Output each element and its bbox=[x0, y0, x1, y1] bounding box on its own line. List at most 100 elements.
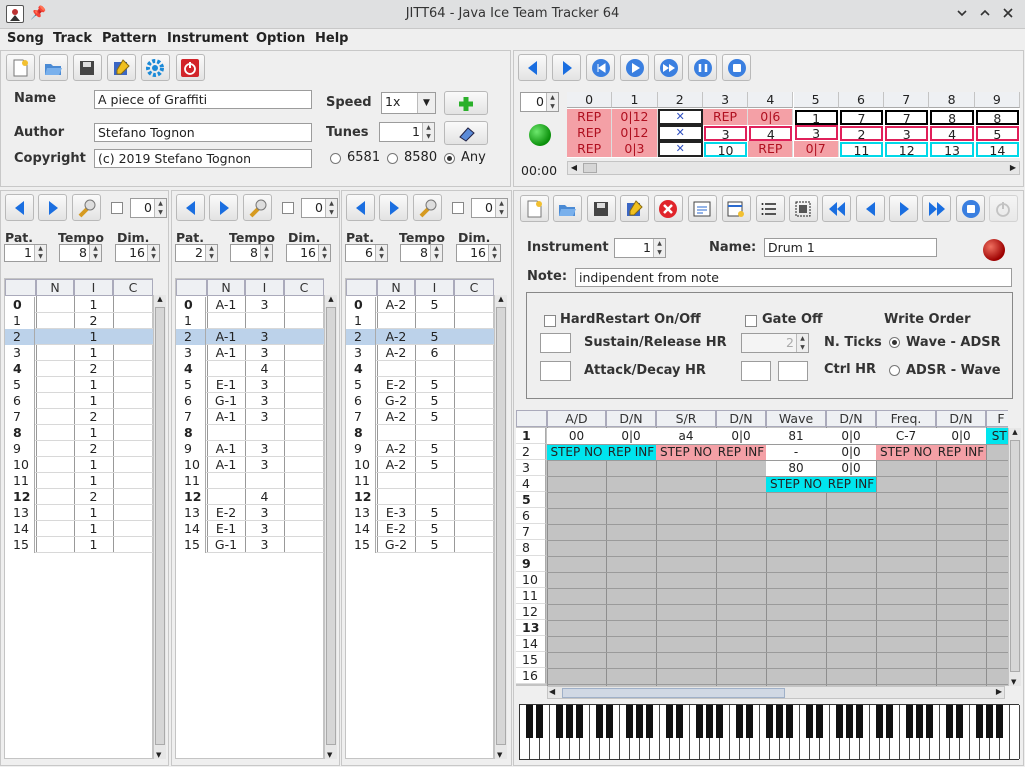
order-cell[interactable]: 12 bbox=[885, 142, 929, 158]
scroll-up-icon[interactable]: ▲ bbox=[325, 295, 337, 303]
piano-keyboard[interactable] bbox=[519, 704, 1020, 760]
command-cell[interactable] bbox=[454, 297, 494, 313]
edit-tune-button[interactable] bbox=[444, 121, 488, 145]
instrument-cell[interactable]: 3 bbox=[245, 537, 284, 553]
instrument-table-cell[interactable]: REP INF bbox=[826, 476, 876, 492]
instrument-table-cell[interactable]: 0|0 bbox=[936, 428, 986, 444]
order-cell[interactable]: 0|12 bbox=[612, 125, 658, 141]
next-pattern-button[interactable] bbox=[379, 194, 408, 221]
instrument-table-cell[interactable]: REP INF bbox=[716, 444, 766, 460]
note-cell[interactable]: E-2 bbox=[377, 377, 415, 393]
note-cell[interactable] bbox=[36, 489, 74, 505]
command-cell[interactable] bbox=[284, 329, 324, 345]
muted-track-icon[interactable]: ✕ bbox=[657, 109, 703, 125]
instrument-table-cell[interactable] bbox=[547, 476, 606, 492]
spinner-arrows-icon[interactable]: ▲ ▼ bbox=[488, 245, 500, 261]
note-cell[interactable]: G-2 bbox=[377, 393, 415, 409]
note-cell[interactable] bbox=[36, 441, 74, 457]
instrument-cell[interactable]: 1 bbox=[74, 297, 113, 313]
piano-black-key[interactable] bbox=[736, 705, 744, 738]
note-cell[interactable]: A-2 bbox=[377, 329, 415, 345]
note-cell[interactable] bbox=[377, 425, 415, 441]
instrument-cell[interactable]: 5 bbox=[415, 329, 454, 345]
sustain-release-field[interactable] bbox=[540, 333, 571, 353]
instrument-table-cell[interactable]: 0|0 bbox=[826, 460, 876, 476]
instrument-table-cell[interactable]: REP INF bbox=[936, 444, 986, 460]
piano-black-key[interactable] bbox=[746, 705, 754, 738]
command-cell[interactable] bbox=[284, 457, 324, 473]
instrument-cell[interactable]: 3 bbox=[245, 377, 284, 393]
note-cell[interactable] bbox=[207, 361, 245, 377]
ctrl-hr-field-2[interactable] bbox=[778, 361, 808, 381]
piano-black-key[interactable] bbox=[946, 705, 954, 738]
menu-option[interactable]: Option bbox=[256, 31, 305, 46]
close-button[interactable] bbox=[1001, 6, 1015, 20]
instrument-table-cell[interactable]: 00 bbox=[547, 428, 606, 444]
scroll-right-icon[interactable]: ▶ bbox=[996, 687, 1002, 696]
instrument-cell[interactable]: 2 bbox=[74, 361, 113, 377]
next-pattern-button[interactable] bbox=[38, 194, 67, 221]
note-cell[interactable] bbox=[207, 425, 245, 441]
table-row[interactable]: 13 E-3 5 bbox=[346, 505, 494, 521]
table-row[interactable]: 0 A-1 3 bbox=[176, 297, 324, 313]
order-cell[interactable]: 3 bbox=[794, 125, 838, 141]
piano-black-key[interactable] bbox=[856, 705, 864, 738]
tunes-spinner[interactable]: 1 ▲ ▼ bbox=[379, 122, 435, 142]
piano-black-key[interactable] bbox=[566, 705, 574, 738]
table-row[interactable]: 11 bbox=[346, 473, 494, 489]
instrument-cell[interactable]: 5 bbox=[415, 377, 454, 393]
prev-pattern-button[interactable] bbox=[346, 194, 375, 221]
piano-black-key[interactable] bbox=[956, 705, 964, 738]
command-cell[interactable] bbox=[454, 537, 494, 553]
instrument-cell[interactable] bbox=[415, 473, 454, 489]
table-row[interactable]: 81 bbox=[5, 425, 153, 441]
open-instrument-button[interactable] bbox=[553, 195, 582, 222]
piano-black-key[interactable] bbox=[786, 705, 794, 738]
table-row[interactable]: 01 bbox=[5, 297, 153, 313]
note-cell[interactable] bbox=[36, 297, 74, 313]
save-instrument-as-button[interactable] bbox=[620, 195, 649, 222]
gate-off-checkbox[interactable] bbox=[745, 315, 757, 327]
instrument-cell[interactable]: 3 bbox=[245, 441, 284, 457]
command-cell[interactable] bbox=[454, 345, 494, 361]
tempo-spinner[interactable]: 8 ▲ ▼ bbox=[400, 244, 443, 262]
instrument-cell[interactable]: 4 bbox=[245, 489, 284, 505]
table-row[interactable]: 13 1 bbox=[5, 505, 153, 521]
order-cell[interactable]: REP bbox=[567, 141, 613, 157]
instrument-cell[interactable]: 5 bbox=[415, 537, 454, 553]
table-row[interactable]: 5 E-2 5 bbox=[346, 377, 494, 393]
spinner-arrows-icon[interactable]: ▲ ▼ bbox=[147, 245, 159, 261]
piano-white-key[interactable] bbox=[1010, 705, 1020, 759]
scroll-down-icon[interactable]: ▼ bbox=[497, 751, 502, 759]
order-cell[interactable]: 10 bbox=[703, 142, 748, 158]
delete-instrument-button[interactable] bbox=[654, 195, 683, 222]
instrument-cell[interactable]: 3 bbox=[245, 521, 284, 537]
instrument-cell[interactable] bbox=[415, 489, 454, 505]
note-cell[interactable]: A-2 bbox=[377, 409, 415, 425]
note-cell[interactable] bbox=[207, 489, 245, 505]
piano-black-key[interactable] bbox=[526, 705, 534, 738]
table-row[interactable]: 5 E-1 3 bbox=[176, 377, 324, 393]
instrument-table-cell[interactable]: 80 bbox=[766, 460, 826, 476]
note-cell[interactable]: E-1 bbox=[207, 521, 245, 537]
fast-forward-button[interactable] bbox=[654, 54, 683, 81]
instrument-table-cell[interactable]: STEP NO bbox=[876, 444, 936, 460]
instrument-table-cell[interactable]: a4 bbox=[656, 428, 716, 444]
piano-black-key[interactable] bbox=[766, 705, 774, 738]
instrument-table-cell[interactable] bbox=[606, 460, 656, 476]
command-cell[interactable] bbox=[284, 489, 324, 505]
table-row[interactable]: 12 4 bbox=[176, 489, 324, 505]
table-row[interactable]: 2 A-2 5 bbox=[346, 329, 494, 345]
table-row[interactable]: 21 bbox=[5, 329, 153, 345]
copyright-field[interactable]: (c) 2019 Stefano Tognon bbox=[94, 149, 312, 168]
piano-black-key[interactable] bbox=[626, 705, 634, 738]
note-cell[interactable] bbox=[36, 329, 74, 345]
piano-black-key[interactable] bbox=[646, 705, 654, 738]
pattern-vscrollbar[interactable]: ▲ ▼ bbox=[324, 295, 337, 759]
command-cell[interactable] bbox=[284, 409, 324, 425]
table-row[interactable]: 10 A-1 3 bbox=[176, 457, 324, 473]
scroll-thumb[interactable] bbox=[562, 688, 785, 698]
command-cell[interactable] bbox=[113, 521, 153, 537]
prev-instrument-button[interactable] bbox=[856, 195, 885, 222]
power-instrument-button[interactable] bbox=[989, 195, 1018, 222]
